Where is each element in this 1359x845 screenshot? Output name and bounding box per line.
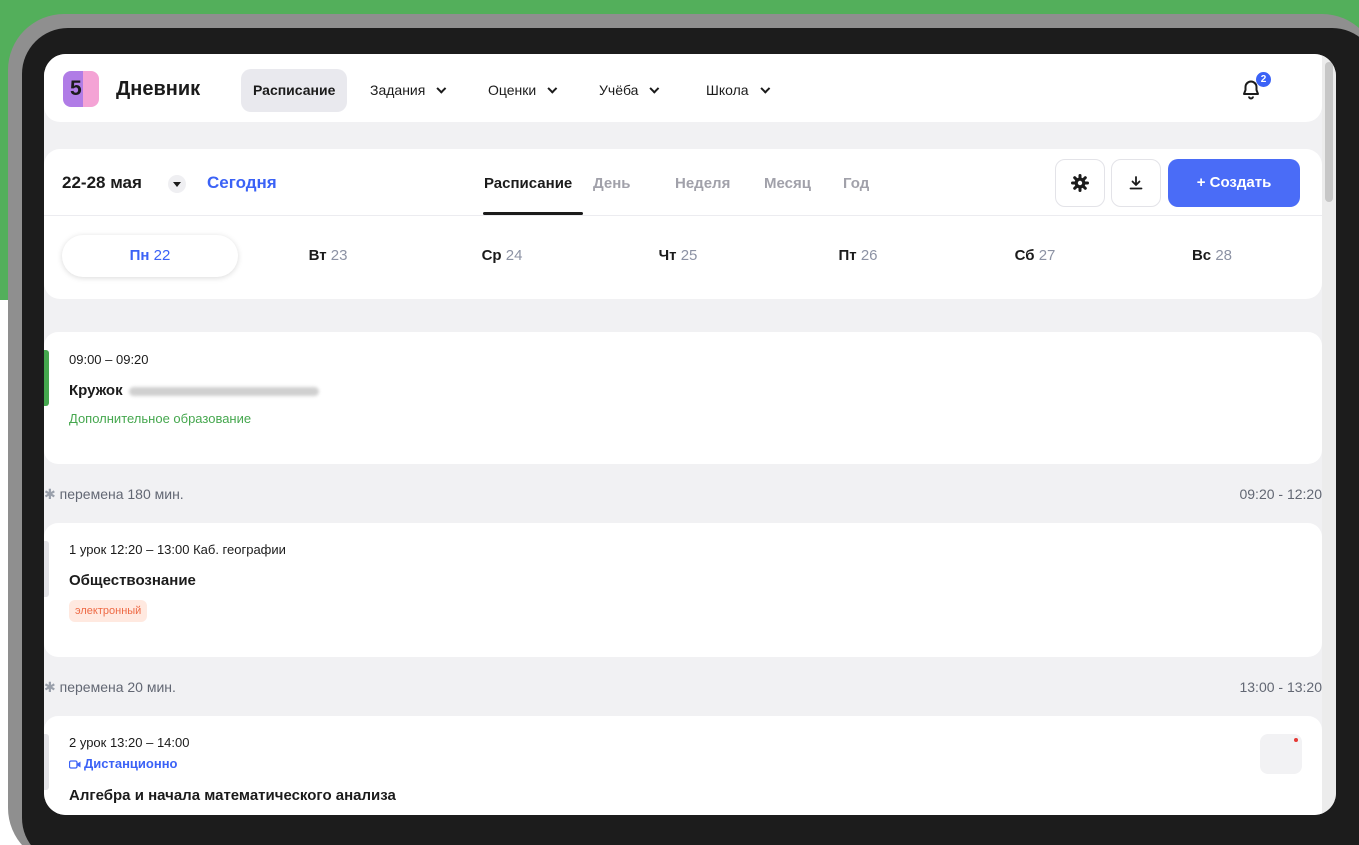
range-dropdown-icon[interactable] <box>168 175 186 193</box>
scrollbar[interactable] <box>1322 54 1336 815</box>
day-mon[interactable]: Пн 22 <box>62 235 238 277</box>
break-label: ✱ перемена 180 мин. <box>44 486 184 503</box>
tab-year[interactable]: Год <box>843 175 869 192</box>
today-link[interactable]: Сегодня <box>207 173 277 193</box>
chevron-down-icon <box>547 83 558 94</box>
day-name: Чт <box>658 247 677 264</box>
notification-badge: 2 <box>1256 72 1271 87</box>
nav-school-label: Школа <box>706 82 749 98</box>
tab-day[interactable]: День <box>593 175 631 192</box>
day-sat[interactable]: Сб 27 <box>947 235 1123 277</box>
nav-schedule-label: Расписание <box>253 82 336 98</box>
day-number: 28 <box>1215 247 1233 264</box>
day-name: Пт <box>838 247 857 264</box>
nav-tasks[interactable]: Задания <box>358 69 454 112</box>
redacted-text <box>128 386 319 396</box>
date-range[interactable]: 22-28 мая <box>62 173 142 193</box>
remote-label-text: Дистанционно <box>84 756 178 771</box>
day-sun[interactable]: Вс 28 <box>1124 235 1300 277</box>
schedule-item-club[interactable]: 09:00 – 09:20 Кружок Дополнительное обра… <box>44 332 1322 464</box>
header-divider <box>44 215 1322 216</box>
item-title: Кружок <box>69 382 319 399</box>
day-number: 26 <box>860 247 878 264</box>
chevron-down-icon <box>649 83 660 94</box>
tab-week[interactable]: Неделя <box>675 175 730 192</box>
lesson-tag: электронный <box>69 600 148 622</box>
app-screen: 5 Дневник Расписание Задания Оценки Учёб… <box>44 54 1336 815</box>
chevron-down-icon <box>436 83 447 94</box>
item-time: 1 урок 12:20 – 13:00 Каб. географии <box>69 542 286 557</box>
nav-grades[interactable]: Оценки <box>476 69 565 112</box>
day-thu[interactable]: Чт 25 <box>590 235 766 277</box>
day-number: 23 <box>330 247 348 264</box>
top-navigation: 5 Дневник Расписание Задания Оценки Учёб… <box>44 54 1322 122</box>
break-time: 09:20 - 12:20 <box>1239 486 1322 502</box>
day-name: Вс <box>1191 247 1212 264</box>
nav-schedule[interactable]: Расписание <box>241 69 348 112</box>
nav-study[interactable]: Учёба <box>587 69 667 112</box>
break-label: ✱ перемена 20 мин. <box>44 679 176 696</box>
break-label-text: перемена 180 мин. <box>59 486 184 502</box>
break-icon: ✱ <box>44 679 60 695</box>
nav-tasks-label: Задания <box>370 82 426 98</box>
nav-study-label: Учёба <box>599 82 639 98</box>
chevron-down-icon <box>759 83 770 94</box>
tab-schedule[interactable]: Расписание <box>484 175 572 192</box>
day-name: Сб <box>1014 247 1035 264</box>
nav-grades-label: Оценки <box>488 82 537 98</box>
brand-title: Дневник <box>116 78 201 100</box>
nav-school[interactable]: Школа <box>694 69 778 112</box>
app-logo[interactable]: 5 <box>63 71 99 107</box>
card-accent <box>44 734 49 790</box>
day-name: Пн <box>129 247 150 264</box>
gear-icon <box>1071 174 1089 192</box>
break-label-text: перемена 20 мин. <box>59 679 176 695</box>
card-accent <box>44 350 49 406</box>
video-camera-icon <box>68 760 81 769</box>
break-time: 13:00 - 13:20 <box>1239 679 1322 695</box>
day-fri[interactable]: Пт 26 <box>770 235 946 277</box>
item-time: 09:00 – 09:20 <box>69 352 149 367</box>
download-icon <box>1129 176 1143 190</box>
day-wed[interactable]: Ср 24 <box>414 235 590 277</box>
card-accent <box>44 541 49 597</box>
unread-indicator <box>1294 738 1298 742</box>
day-number: 24 <box>505 247 523 264</box>
break-icon: ✱ <box>44 486 60 502</box>
schedule-item-lesson-1[interactable]: 1 урок 12:20 – 13:00 Каб. географии Обще… <box>44 523 1322 657</box>
item-time: 2 урок 13:20 – 14:00 <box>69 735 190 750</box>
day-tue[interactable]: Вт 23 <box>240 235 416 277</box>
item-title: Алгебра и начала математического анализа <box>69 787 396 804</box>
day-name: Ср <box>481 247 502 264</box>
tab-month[interactable]: Месяц <box>764 175 811 192</box>
day-number: 27 <box>1038 247 1056 264</box>
day-number: 22 <box>153 247 171 264</box>
item-title: Обществознание <box>69 572 196 589</box>
download-button[interactable] <box>1111 159 1161 207</box>
item-subtitle: Дополнительное образование <box>69 411 252 426</box>
item-title-text: Кружок <box>69 382 123 399</box>
remote-label: Дистанционно <box>68 756 178 771</box>
schedule-item-lesson-2[interactable]: 2 урок 13:20 – 14:00 Дистанционно Алгебр… <box>44 716 1322 815</box>
day-number: 25 <box>680 247 698 264</box>
day-name: Вт <box>308 247 327 264</box>
calendar-panel: 22-28 мая Сегодня Расписание День Неделя… <box>44 149 1322 299</box>
settings-button[interactable] <box>1055 159 1105 207</box>
scrollbar-thumb[interactable] <box>1325 62 1333 202</box>
create-button[interactable]: + Создать <box>1168 159 1300 207</box>
